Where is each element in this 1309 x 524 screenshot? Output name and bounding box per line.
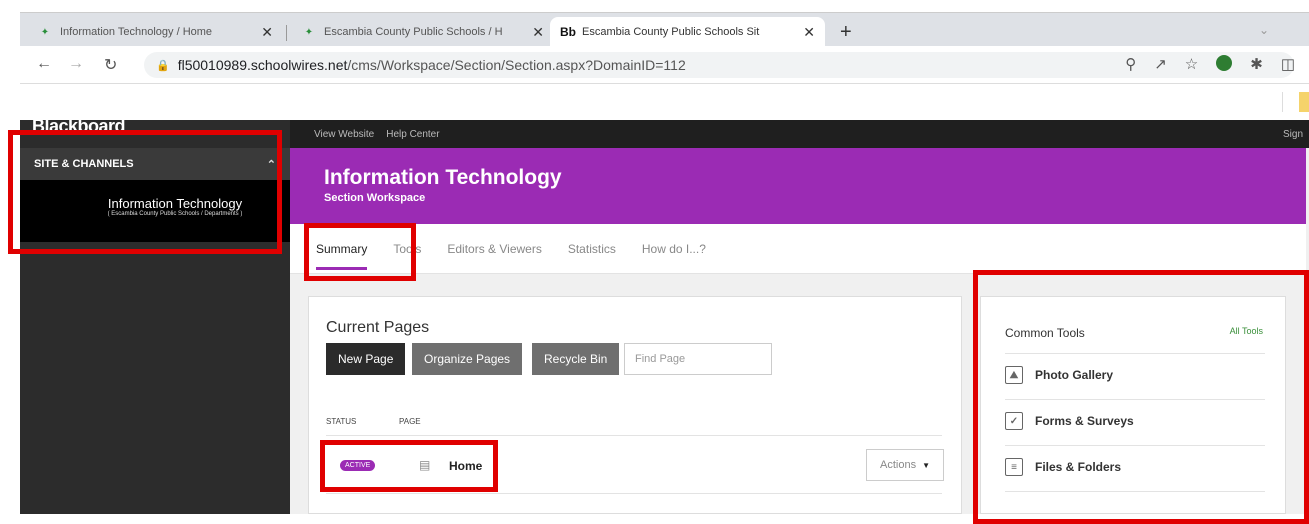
tab-title: Escambia County Public Schools Sit [582,26,760,38]
share-icon[interactable]: ↗ [1154,55,1167,73]
back-arrow-icon[interactable]: ← [36,55,52,73]
page-title: Information Technology [324,166,562,189]
url-path: /cms/Workspace/Section/Section.aspx?Doma… [347,57,686,73]
address-toolbar: ← → ↻ 🔒 fl50010989.schoolwires.net/cms/W… [20,46,1309,84]
site-favicon-icon: ✦ [40,26,50,38]
forward-arrow-icon[interactable]: → [68,55,84,73]
sidebar-panel-icon[interactable]: ◫ [1281,55,1295,73]
workspace-tabs: Summary Tools Editors & Viewers Statisti… [290,224,1306,274]
page-column-header: PAGE [399,417,421,426]
lock-icon: 🔒 [156,59,170,72]
bookmarks-bar [20,84,1309,120]
find-page-input[interactable]: Find Page [624,343,772,375]
bookmark-divider [1282,92,1283,112]
section-banner: Information Technology Section Workspace [290,148,1306,224]
help-center-link[interactable]: Help Center [386,129,439,140]
recycle-bin-button[interactable]: Recycle Bin [532,343,620,375]
highlight-box-summary-tab [304,223,416,281]
actions-dropdown[interactable]: Actions ▼ [866,449,944,481]
highlight-box-sidebar [8,130,282,254]
tab-title: Escambia County Public Schools / H [324,26,503,38]
browser-tab-3-active[interactable]: Bb Escambia County Public Schools Sit ✕ [550,17,825,47]
page-subtitle: Section Workspace [324,192,426,204]
url-bar[interactable]: 🔒 fl50010989.schoolwires.net/cms/Workspa… [144,52,1294,78]
organize-pages-button[interactable]: Organize Pages [412,343,523,375]
caret-down-icon: ▼ [922,460,930,470]
reload-icon[interactable]: ↻ [104,55,117,75]
tab-title: Information Technology / Home [60,26,213,38]
new-page-button[interactable]: New Page [326,343,406,375]
browser-tab-bar: ✦ Information Technology / Home ✕ ✦ Esca… [20,12,1309,47]
top-nav: View Website Help Center Sign [290,120,1309,148]
site-favicon-icon: ✦ [304,26,314,38]
tab-editors-viewers[interactable]: Editors & Viewers [447,242,541,256]
view-website-link[interactable]: View Website [314,129,374,140]
blackboard-favicon-icon: Bb [560,25,576,39]
browser-tab-2[interactable]: ✦ Escambia County Public Schools / H ✕ [292,17,554,47]
url-host: fl50010989.schoolwires.net [177,57,348,73]
browser-tab-1[interactable]: ✦ Information Technology / Home ✕ [28,17,283,47]
extensions-puzzle-icon[interactable]: ✱ [1250,55,1263,73]
tab-how-do-i[interactable]: How do I...? [642,242,706,256]
bookmark-folder-icon[interactable] [1299,92,1309,112]
tab-divider [286,25,287,41]
row-divider [326,493,942,494]
extension-profile-icon[interactable] [1216,55,1233,71]
tab-statistics[interactable]: Statistics [568,242,616,256]
bookmark-star-icon[interactable]: ☆ [1185,55,1198,73]
zoom-icon[interactable]: ⚲ [1125,55,1136,73]
close-tab-icon[interactable]: ✕ [532,24,544,41]
highlight-box-home-row [320,440,498,492]
tab-search-icon[interactable]: ⌄ [1259,23,1269,37]
sign-out-link[interactable]: Sign [1283,129,1303,140]
row-divider [326,435,942,436]
current-pages-heading: Current Pages [326,319,430,336]
highlight-box-common-tools [973,270,1309,524]
close-tab-icon[interactable]: ✕ [261,24,273,41]
status-column-header: STATUS [326,417,357,426]
browser-toolbar-icons: ⚲ ↗ ☆ ✱ ◫ [1125,55,1295,73]
new-tab-button[interactable]: + [840,21,852,44]
actions-label: Actions [880,459,917,471]
close-tab-icon[interactable]: ✕ [803,24,815,41]
